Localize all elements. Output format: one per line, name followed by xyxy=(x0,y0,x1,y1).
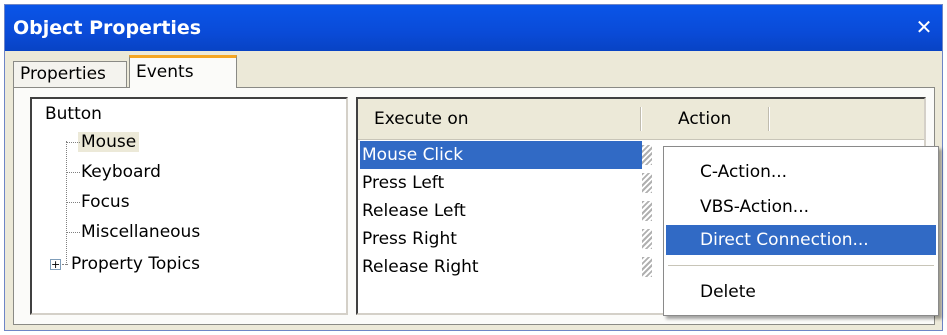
expand-plus-icon[interactable]: + xyxy=(50,259,61,270)
menu-item-delete[interactable]: Delete xyxy=(666,277,936,307)
tree-item-miscellaneous[interactable]: Miscellaneous xyxy=(66,219,203,245)
grid-header: Execute on Action xyxy=(358,99,924,140)
menu-item-direct-connection[interactable]: Direct Connection... xyxy=(666,225,936,255)
tab-events[interactable]: Events xyxy=(129,55,237,88)
column-divider[interactable] xyxy=(768,107,770,131)
tree-item-property-topics[interactable]: + Property Topics xyxy=(50,251,203,277)
tree-item-keyboard[interactable]: Keyboard xyxy=(66,159,164,185)
tab-properties[interactable]: Properties xyxy=(13,61,127,87)
column-header-execute-on[interactable]: Execute on xyxy=(374,99,469,139)
column-header-action[interactable]: Action xyxy=(678,99,731,139)
action-lightning-icon xyxy=(642,201,652,221)
context-menu: C-Action... VBS-Action... Direct Connect… xyxy=(663,146,939,316)
event-tree[interactable]: Button Mouse Keyboard Focus Miscellaneou… xyxy=(30,97,348,315)
close-icon[interactable]: ✕ xyxy=(912,15,936,39)
action-lightning-icon xyxy=(642,257,652,277)
menu-separator xyxy=(668,265,934,266)
column-divider[interactable] xyxy=(640,107,642,131)
window-title: Object Properties xyxy=(13,17,202,39)
title-bar[interactable]: Object Properties ✕ xyxy=(5,5,942,51)
menu-item-c-action[interactable]: C-Action... xyxy=(666,157,936,187)
tree-item-focus[interactable]: Focus xyxy=(66,189,133,215)
action-lightning-icon xyxy=(642,229,652,249)
menu-item-vbs-action[interactable]: VBS-Action... xyxy=(666,192,936,222)
tree-item-mouse[interactable]: Mouse xyxy=(66,129,140,155)
action-lightning-icon xyxy=(642,145,652,165)
action-lightning-icon xyxy=(642,173,652,193)
tree-root-button[interactable]: Button xyxy=(42,101,105,127)
